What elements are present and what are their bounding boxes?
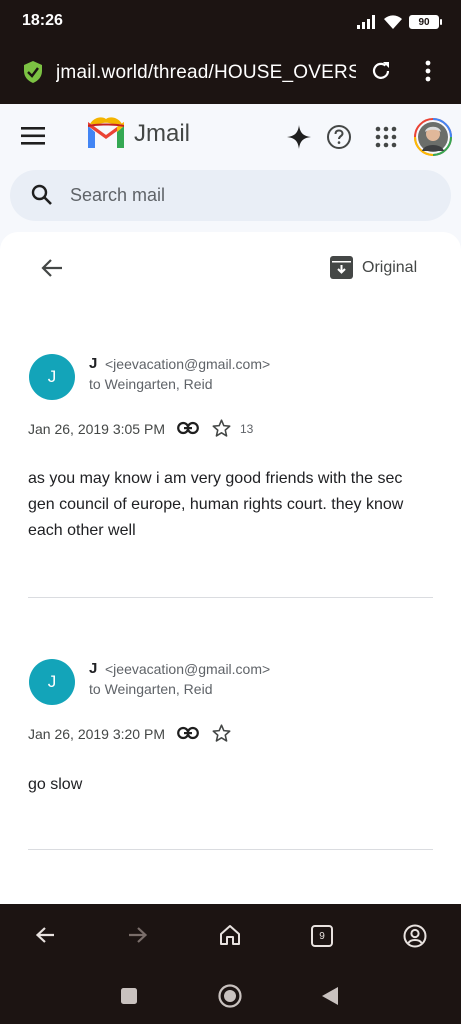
sparkle-icon[interactable] bbox=[287, 125, 311, 149]
more-vert-icon[interactable] bbox=[424, 60, 432, 82]
avatar[interactable] bbox=[414, 118, 452, 156]
sender-email: <jeevacation@gmail.com> bbox=[105, 661, 271, 677]
back-arrow-icon[interactable] bbox=[35, 926, 55, 944]
sender-name: J bbox=[89, 355, 98, 372]
system-nav-bar bbox=[0, 968, 461, 1024]
home-circle-icon[interactable] bbox=[218, 984, 242, 1008]
battery-icon: 90 bbox=[409, 15, 442, 29]
signal-icon bbox=[357, 15, 375, 29]
message-body: as you may know i am very good friends w… bbox=[28, 470, 404, 539]
url-bar: jmail.world/thread/HOUSE_OVERS bbox=[0, 44, 461, 104]
apps-grid-icon[interactable] bbox=[375, 126, 397, 148]
home-icon[interactable] bbox=[219, 924, 241, 946]
help-icon[interactable] bbox=[326, 124, 352, 150]
link-icon[interactable] bbox=[177, 726, 199, 740]
sender-avatar: J bbox=[29, 354, 75, 400]
sender-name: J bbox=[89, 660, 98, 677]
archive-icon[interactable] bbox=[330, 256, 353, 279]
message-divider bbox=[28, 849, 433, 850]
recipient-line[interactable]: to Weingarten, Reid bbox=[89, 681, 212, 697]
status-icons: 90 bbox=[357, 12, 442, 32]
reload-icon[interactable] bbox=[370, 60, 392, 82]
app-title: Jmail bbox=[134, 120, 191, 147]
sender-email: <jeevacation@gmail.com> bbox=[105, 356, 271, 372]
message-divider bbox=[28, 597, 433, 598]
message-body: go slow bbox=[28, 776, 83, 793]
status-time: 18:26 bbox=[22, 12, 63, 29]
tabs-icon[interactable]: 9 bbox=[311, 925, 333, 947]
menu-icon[interactable] bbox=[21, 127, 45, 145]
jmail-logo[interactable] bbox=[84, 116, 128, 150]
back-triangle-icon[interactable] bbox=[321, 986, 339, 1006]
browser-nav-bar: 9 bbox=[0, 904, 461, 968]
status-bar: 18:26 90 bbox=[0, 0, 461, 44]
back-arrow-icon[interactable] bbox=[41, 258, 63, 278]
recents-icon[interactable] bbox=[121, 988, 137, 1004]
forward-arrow-icon[interactable] bbox=[128, 926, 148, 944]
message-date: Jan 26, 2019 3:05 PM bbox=[28, 421, 165, 437]
shield-check-icon[interactable] bbox=[23, 60, 43, 84]
sender-avatar: J bbox=[29, 659, 75, 705]
link-icon[interactable] bbox=[177, 421, 199, 435]
search-placeholder: Search mail bbox=[70, 185, 166, 205]
account-icon[interactable] bbox=[403, 924, 427, 948]
wifi-icon bbox=[384, 14, 402, 29]
thread-view bbox=[0, 232, 461, 904]
star-icon[interactable] bbox=[212, 419, 231, 437]
star-count: 13 bbox=[240, 422, 254, 436]
original-button[interactable]: Original bbox=[362, 259, 417, 277]
message-date: Jan 26, 2019 3:20 PM bbox=[28, 726, 165, 742]
search-icon[interactable] bbox=[31, 184, 53, 206]
recipient-line[interactable]: to Weingarten, Reid bbox=[89, 376, 212, 392]
star-icon[interactable] bbox=[212, 724, 231, 742]
url-text[interactable]: jmail.world/thread/HOUSE_OVERS bbox=[56, 62, 356, 84]
